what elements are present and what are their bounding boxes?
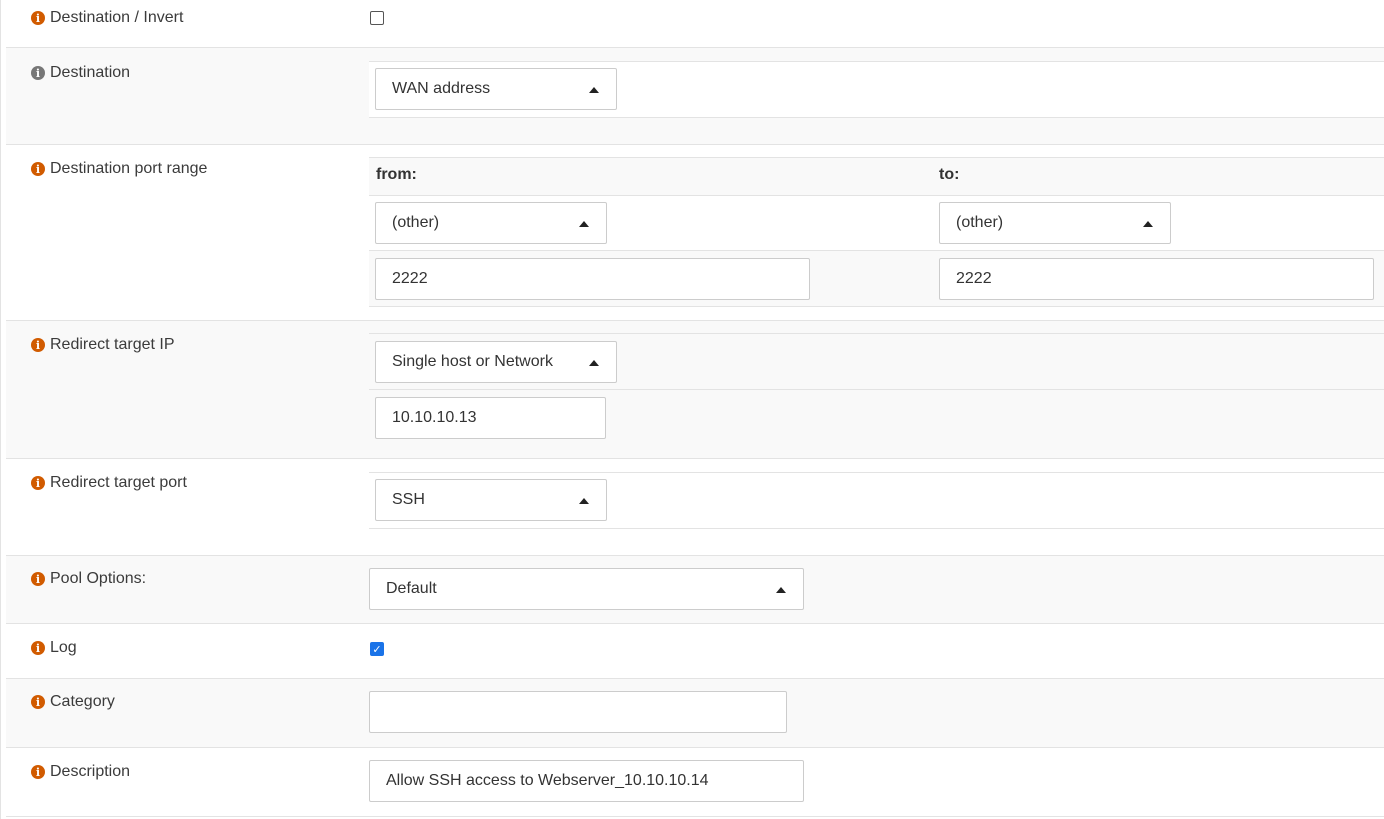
label-log: i Log: [31, 639, 77, 657]
label-destination: i Destination: [31, 64, 130, 82]
row-pool-options: i Pool Options: Default: [6, 556, 1384, 624]
pool-options-select[interactable]: Default: [369, 568, 804, 610]
caret-up-icon: [776, 587, 786, 593]
label-redirect-target-ip: i Redirect target IP: [31, 336, 175, 354]
from-port-select[interactable]: (other): [375, 202, 607, 244]
checkmark-icon: ✓: [372, 643, 382, 656]
row-category: i Category: [6, 679, 1384, 748]
row-redirect-target-port: i Redirect target port SSH: [6, 459, 1384, 556]
category-input[interactable]: [369, 691, 787, 733]
row-description: i Description Allow SSH access to Webser…: [6, 748, 1384, 817]
label-destination-port-range: i Destination port range: [31, 160, 207, 178]
caret-up-icon: [589, 360, 599, 366]
label-redirect-target-port: i Redirect target port: [31, 474, 187, 492]
info-icon[interactable]: i: [31, 572, 45, 586]
label-category: i Category: [31, 693, 115, 711]
from-port-input[interactable]: 2222: [375, 258, 810, 300]
info-icon[interactable]: i: [31, 66, 45, 80]
info-icon[interactable]: i: [31, 338, 45, 352]
info-icon[interactable]: i: [31, 765, 45, 779]
info-icon[interactable]: i: [31, 695, 45, 709]
label-destination-invert: i Destination / Invert: [31, 9, 183, 27]
to-port-select[interactable]: (other): [939, 202, 1171, 244]
row-redirect-target-ip: i Redirect target IP Single host or Netw…: [6, 321, 1384, 459]
caret-up-icon: [589, 87, 599, 93]
row-destination-invert: i Destination / Invert: [6, 0, 1384, 48]
label-description: i Description: [31, 763, 130, 781]
info-icon[interactable]: i: [31, 11, 45, 25]
to-port-input[interactable]: 2222: [939, 258, 1374, 300]
destination-select[interactable]: WAN address: [375, 68, 617, 110]
caret-up-icon: [579, 221, 589, 227]
redirect-target-ip-select[interactable]: Single host or Network: [375, 341, 617, 383]
caret-up-icon: [579, 498, 589, 504]
destination-invert-checkbox[interactable]: [370, 11, 384, 25]
row-log: i Log ✓: [6, 624, 1384, 679]
info-icon[interactable]: i: [31, 476, 45, 490]
info-icon[interactable]: i: [31, 162, 45, 176]
from-header: from:: [376, 166, 417, 183]
info-icon[interactable]: i: [31, 641, 45, 655]
caret-up-icon: [1143, 221, 1153, 227]
to-header: to:: [939, 166, 960, 183]
row-destination-port-range: i Destination port range from: to: (othe…: [6, 145, 1384, 321]
redirect-target-port-select[interactable]: SSH: [375, 479, 607, 521]
row-destination: i Destination WAN address: [6, 48, 1384, 145]
label-pool-options: i Pool Options:: [31, 570, 146, 588]
redirect-target-ip-input[interactable]: 10.10.10.13: [375, 397, 606, 439]
nat-rule-form: i Destination / Invert i Destination WAN…: [0, 0, 1384, 819]
log-checkbox[interactable]: ✓: [370, 642, 384, 656]
description-input[interactable]: Allow SSH access to Webserver_10.10.10.1…: [369, 760, 804, 802]
